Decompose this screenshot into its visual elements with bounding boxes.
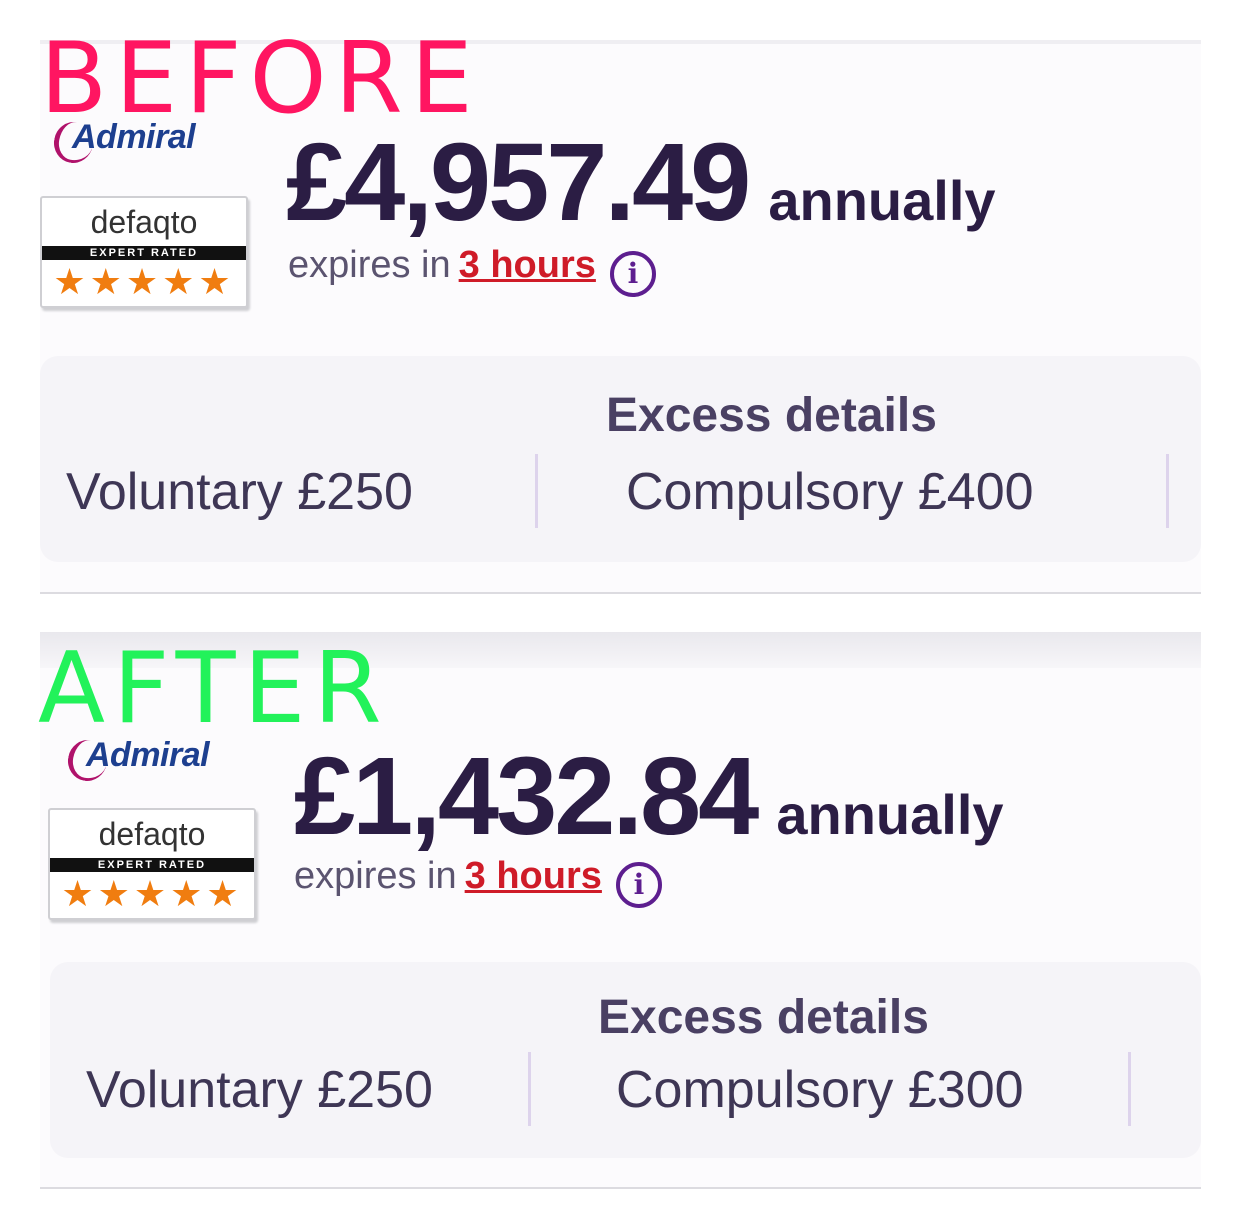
five-star-rating-icon: ★★★★★	[61, 873, 243, 914]
before-expiry-link[interactable]: 3 hours	[459, 244, 596, 286]
before-stamp: BEFORE	[40, 22, 481, 136]
after-price-amount: £1,432.84	[294, 735, 759, 858]
excess-divider	[535, 454, 538, 528]
expert-rated-label: EXPERT RATED	[50, 858, 254, 872]
five-star-rating-icon: ★★★★★	[53, 261, 235, 302]
before-excess-box	[40, 356, 1201, 562]
admiral-wordmark: Admiral	[86, 736, 210, 774]
after-stamp: AFTER	[38, 632, 390, 746]
before-excess-title: Excess details	[606, 389, 937, 442]
expiry-prefix: expires in	[294, 855, 457, 897]
expiry-prefix: expires in	[288, 244, 451, 286]
after-expiry-link[interactable]: 3 hours	[465, 855, 602, 897]
after-excess-title: Excess details	[598, 991, 929, 1044]
excess-divider	[1166, 454, 1169, 528]
info-icon[interactable]: i	[615, 862, 662, 908]
excess-divider	[1128, 1052, 1131, 1126]
after-compulsory-excess: Compulsory £300	[616, 1061, 1024, 1119]
before-compulsory-excess: Compulsory £400	[626, 463, 1034, 521]
after-voluntary-excess: Voluntary £250	[86, 1061, 433, 1119]
before-voluntary-excess: Voluntary £250	[66, 463, 413, 521]
before-price: £4,957.49 annually	[286, 128, 996, 238]
admiral-wordmark: Admiral	[72, 118, 196, 156]
after-expiry: expires in 3 hours i	[294, 857, 662, 908]
after-price-period: annually	[776, 783, 1004, 846]
before-admiral-logo: Admiral	[50, 118, 196, 167]
after-admiral-logo: Admiral	[64, 736, 210, 785]
before-defaqto-badge: defaqto EXPERT RATED ★★★★★	[40, 196, 248, 308]
excess-divider	[528, 1052, 531, 1126]
expert-rated-label: EXPERT RATED	[42, 246, 246, 260]
after-defaqto-badge: defaqto EXPERT RATED ★★★★★	[48, 808, 256, 920]
before-price-amount: £4,957.49	[286, 121, 751, 244]
before-expiry: expires in 3 hours i	[288, 246, 656, 297]
defaqto-brand: defaqto	[90, 204, 198, 240]
info-icon[interactable]: i	[609, 251, 656, 297]
before-price-period: annually	[768, 169, 996, 232]
defaqto-brand: defaqto	[98, 816, 206, 852]
after-price: £1,432.84 annually	[294, 742, 1004, 852]
